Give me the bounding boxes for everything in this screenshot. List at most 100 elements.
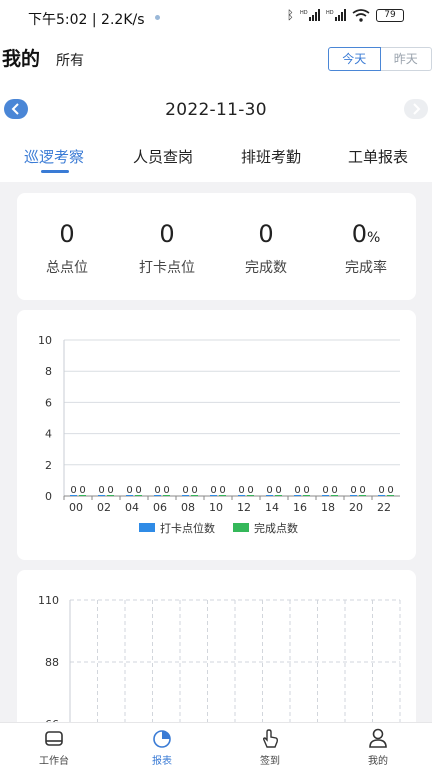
stat-value: 0: [258, 220, 274, 248]
data-label: 0: [107, 485, 113, 496]
x-tick-label: 06: [153, 501, 167, 514]
nav-checkin[interactable]: 签到: [240, 727, 300, 767]
x-tick-label: 04: [125, 501, 139, 514]
nav-label: 我的: [368, 756, 388, 767]
legend-swatch: [139, 523, 155, 532]
wifi-icon: [352, 8, 370, 22]
pie-chart-icon: [153, 730, 171, 748]
next-date-button[interactable]: [404, 99, 428, 119]
y-tick-label: 88: [45, 656, 59, 669]
nav-mine[interactable]: 我的: [348, 727, 408, 767]
stat-label: 打卡点位: [139, 260, 195, 276]
report-tabs: 巡逻考察 人员查岗 排班考勤 工单报表: [0, 132, 432, 182]
tab-shift-attendance[interactable]: 排班考勤: [241, 146, 301, 167]
data-label: 0: [135, 485, 141, 496]
svg-text:HD: HD: [326, 10, 334, 16]
hourly-bar-chart: 0246810000 0020 0040 0060 0080 0100 0120 0140 01…: [38, 334, 400, 535]
nav-workbench[interactable]: 工作台: [24, 727, 84, 767]
x-tick-label: 18: [321, 501, 335, 514]
yesterday-button[interactable]: 昨天: [380, 47, 432, 71]
x-tick-label: 22: [377, 501, 391, 514]
y-tick-label: 110: [38, 594, 59, 607]
data-label: 0: [238, 485, 244, 496]
y-tick-label: 4: [45, 428, 52, 441]
nav-label: 报表: [152, 756, 172, 767]
data-label: 0: [275, 485, 281, 496]
hourly-bar-chart-card: 0 2 4 6 8 10 00 0 0 02 0 0 04 0 0 06 0 0 08 0 0 10 0 0 12 0 0 14 0 0 1…: [17, 310, 416, 560]
chevron-right-icon: [413, 103, 421, 115]
stat-label: 完成率: [345, 260, 387, 276]
stat-label: 完成数: [245, 260, 287, 276]
data-label: 0: [303, 485, 309, 496]
y-tick-label: 6: [45, 396, 52, 409]
data-label: 0: [70, 485, 76, 496]
nav-label: 工作台: [39, 756, 69, 767]
data-label: 0: [378, 485, 384, 496]
bottom-nav: 工作台 报表 签到 我的: [0, 722, 432, 768]
data-label: 0: [266, 485, 272, 496]
status-time: 下午5:02 | 2.2K/s: [28, 12, 145, 28]
y-tick-label: 2: [45, 459, 52, 472]
tab-patrol[interactable]: 巡逻考察: [24, 146, 84, 167]
y-tick-label: 0: [45, 490, 52, 503]
stat-value: 0: [159, 220, 175, 248]
signal-icon: HD: [300, 9, 320, 21]
data-label: 0: [350, 485, 356, 496]
data-label: 0: [98, 485, 104, 496]
nav-label: 签到: [260, 756, 280, 767]
data-label: 0: [387, 485, 393, 496]
nav-reports[interactable]: 报表: [132, 727, 192, 767]
legend-label: 完成点数: [254, 521, 298, 535]
summary-card: 0 总点位 0 打卡点位 0 完成数 0% 完成率: [17, 193, 416, 300]
data-label: 0: [126, 485, 132, 496]
x-tick-label: 08: [181, 501, 195, 514]
signal-2-icon: HD: [326, 9, 346, 21]
x-tick-label: 20: [349, 501, 363, 514]
stat-value: 0: [59, 220, 75, 248]
data-label: 0: [247, 485, 253, 496]
current-date: 2022-11-30: [165, 100, 267, 120]
data-label: 0: [210, 485, 216, 496]
data-label: 0: [294, 485, 300, 496]
y-tick-label: 8: [45, 365, 52, 378]
scope-filter[interactable]: 所有: [56, 50, 84, 70]
x-tick-label: 16: [293, 501, 307, 514]
data-label: 0: [182, 485, 188, 496]
desk-icon: [45, 731, 63, 746]
data-label: 0: [154, 485, 160, 496]
data-label: 0: [191, 485, 197, 496]
data-label: 0: [359, 485, 365, 496]
tab-staff-check[interactable]: 人员查岗: [133, 146, 193, 167]
user-icon: [369, 728, 387, 748]
x-tick-label: 02: [97, 501, 111, 514]
legend-label: 打卡点位数: [160, 521, 215, 535]
status-bar: 下午5:02 | 2.2K/s ᛒ HD HD 79: [0, 0, 432, 36]
active-tab-indicator: [41, 170, 69, 173]
notification-dot: [155, 15, 160, 20]
today-button[interactable]: 今天: [328, 47, 381, 71]
data-label: 0: [331, 485, 337, 496]
data-label: 0: [163, 485, 169, 496]
bluetooth-icon: ᛒ: [286, 8, 294, 22]
date-navigator: 2022-11-30: [0, 86, 432, 132]
data-label: 0: [322, 485, 328, 496]
svg-text:HD: HD: [300, 10, 308, 16]
legend-swatch: [233, 523, 249, 532]
app-screen: 下午5:02 | 2.2K/s ᛒ HD HD 79 我的 所有 今天 昨天 2…: [0, 0, 432, 768]
page-header: 我的 所有 今天 昨天: [0, 36, 432, 86]
tap-hand-icon: [262, 729, 279, 748]
data-label: 0: [79, 485, 85, 496]
x-tick-label: 12: [237, 501, 251, 514]
day-toggle: 今天 昨天: [328, 47, 432, 71]
stat-value: 0%: [351, 220, 381, 248]
tab-work-order[interactable]: 工单报表: [348, 146, 408, 167]
x-tick-label: 10: [209, 501, 223, 514]
y-tick-label: 10: [38, 334, 52, 347]
stat-label: 总点位: [46, 260, 88, 276]
battery-icon: 79: [376, 8, 404, 22]
data-label: 0: [219, 485, 225, 496]
page-title: 我的: [2, 48, 41, 70]
status-icons: ᛒ HD HD 79: [287, 8, 404, 22]
x-tick-label: 00: [69, 501, 83, 514]
x-tick-label: 14: [265, 501, 279, 514]
